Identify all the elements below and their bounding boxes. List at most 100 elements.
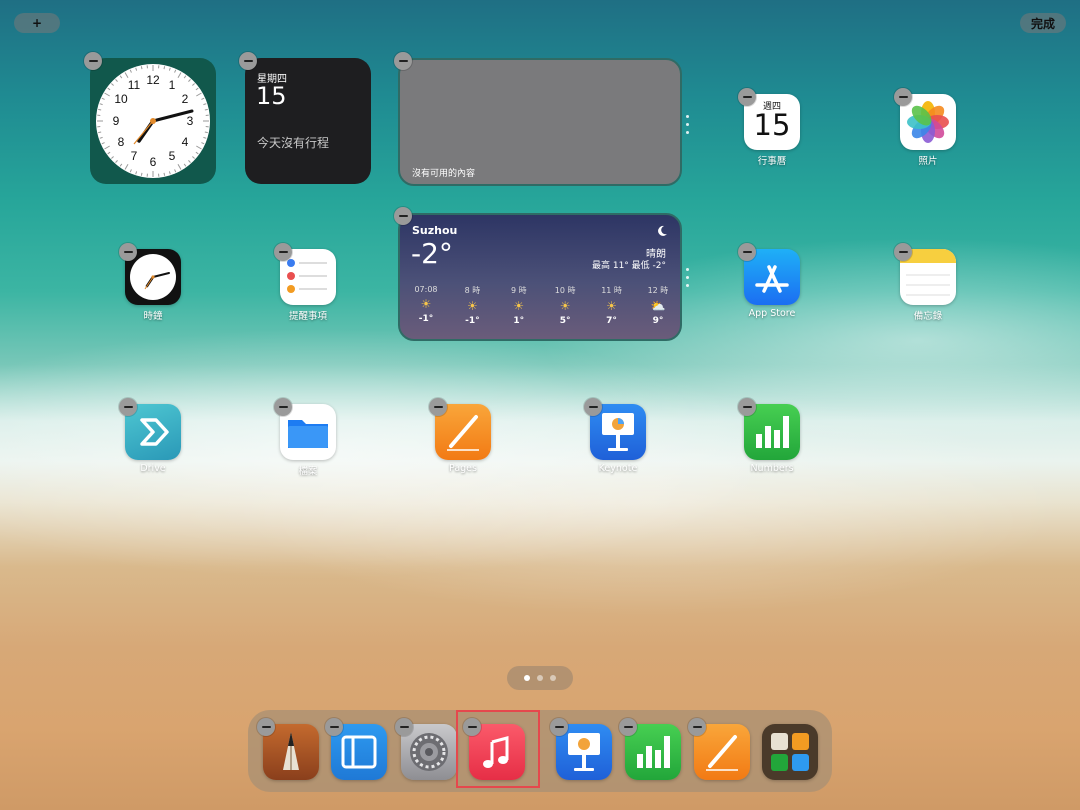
forecast-time: 10 時 — [554, 286, 576, 295]
clock-number: 12 — [146, 73, 160, 87]
done-button[interactable]: 完成 — [1020, 13, 1066, 33]
pages-app-label: Pages — [449, 463, 477, 474]
clock-number: 5 — [169, 149, 176, 163]
calendar-app-label: 行事曆 — [757, 156, 787, 167]
weather-range: 最高 11° 最低 -2° — [591, 261, 666, 271]
partly-cloudy-icon: ⛅ — [650, 299, 666, 313]
clock-number: 1 — [169, 78, 176, 92]
forecast-time: 9 時 — [510, 286, 527, 295]
remove-files-app-button[interactable] — [274, 398, 292, 416]
remove-keynote-dock-app-button[interactable] — [550, 718, 568, 736]
remove-clock-app-button[interactable] — [119, 243, 137, 261]
clock-tick — [140, 66, 143, 70]
remove-numbers-dock-app-button[interactable] — [619, 718, 637, 736]
calendar-widget[interactable]: 星期四 15 今天沒有行程 — [245, 58, 371, 184]
clock-tick — [163, 172, 166, 176]
clock-number: 4 — [182, 135, 189, 149]
hourly-forecast-item: 07:08 ☀ -1° — [406, 285, 446, 335]
page-indicator[interactable] — [507, 666, 573, 690]
sun-icon: ☀ — [559, 299, 571, 313]
clock-tick — [163, 66, 166, 70]
page-dot-active[interactable] — [524, 675, 530, 681]
calendar-no-events: 今天沒有行程 — [257, 136, 330, 150]
remove-reminders-app-button[interactable] — [274, 243, 292, 261]
remove-notes-app-button[interactable] — [894, 243, 912, 261]
forecast-temp: 5° — [559, 316, 571, 326]
add-widget-button[interactable]: + — [14, 13, 60, 33]
forecast-time: 12 時 — [647, 286, 669, 295]
forecast-time: 8 時 — [464, 286, 481, 295]
remove-pages-app-button[interactable] — [429, 398, 447, 416]
remove-drive-app-button[interactable] — [119, 398, 137, 416]
empty-widget-message: 沒有可用的內容 — [412, 169, 476, 179]
keynote-app-label: Keynote — [598, 463, 638, 474]
forecast-temp: 7° — [606, 316, 617, 326]
clock-number: 3 — [187, 114, 194, 128]
calendar-day: 15 — [256, 82, 287, 110]
remove-music-app-button[interactable] — [463, 718, 481, 736]
forecast-time: 11 時 — [601, 286, 622, 295]
clock-number: 10 — [114, 92, 128, 106]
hourly-forecast-item: 8 時 ☀ -1° — [452, 285, 492, 335]
forecast-time: 07:08 — [414, 285, 438, 294]
moon-icon — [658, 225, 667, 236]
forecast-temp: -1° — [465, 316, 480, 326]
remove-appstore-app-button[interactable] — [738, 243, 756, 261]
remove-numbers-app-button[interactable] — [738, 398, 756, 416]
clock-tick — [98, 108, 102, 111]
hourly-forecast: 07:08 ☀ -1° 8 時 ☀ -1° 9 時 ☀ 1° 10 時 ☀ 5° 11 時 ☀ 7° 12 時… — [406, 285, 678, 335]
remove-weather-widget-button[interactable] — [394, 207, 412, 225]
clock-number: 6 — [150, 155, 157, 169]
remove-calendar-app-button[interactable] — [738, 88, 756, 106]
clock-number: 2 — [182, 92, 189, 106]
remove-empty-widget-button[interactable] — [394, 52, 412, 70]
remove-settings-app-button[interactable] — [395, 718, 413, 736]
numbers-app-label: Numbers — [750, 463, 794, 474]
sun-icon: ☀ — [513, 299, 525, 313]
hourly-forecast-item: 12 時 ⛅ 9° — [638, 285, 678, 335]
remove-clock-widget-button[interactable] — [84, 52, 102, 70]
clock-number: 11 — [128, 78, 141, 92]
sunrise-icon: ☀ — [420, 297, 432, 311]
notes-app-label: 備忘錄 — [913, 311, 943, 322]
page-dot[interactable] — [550, 675, 556, 681]
page-dot[interactable] — [537, 675, 543, 681]
appstore-app-label: App Store — [748, 308, 796, 319]
remove-calendar-widget-button[interactable] — [239, 52, 257, 70]
reminders-app-label: 提醒事項 — [288, 311, 327, 322]
clock-tick — [204, 131, 208, 134]
empty-widget[interactable]: 沒有可用的內容 — [398, 58, 682, 186]
weather-city: Suzhou — [412, 224, 458, 237]
clock-number: 9 — [113, 114, 120, 128]
sun-icon: ☀ — [467, 299, 478, 313]
widget-stack-indicator — [686, 115, 690, 139]
clock-tick — [98, 131, 102, 134]
drive-app-label: Drive — [140, 463, 166, 474]
calendar-app-day: 15 — [753, 108, 791, 142]
clock-number: 7 — [131, 149, 138, 163]
weather-current-temp: -2° — [411, 237, 453, 270]
hourly-forecast-item: 9 時 ☀ 1° — [499, 285, 539, 335]
app-grid-icon — [771, 733, 809, 771]
weather-widget[interactable]: Suzhou -2° 晴朗 最高 11° 最低 -2° 07:08 ☀ -1° 8 時… — [398, 213, 682, 341]
hourly-forecast-item: 10 時 ☀ 5° — [545, 285, 585, 335]
clock-face-icon: 12 1 2 3 4 5 6 7 8 9 10 11 — [96, 64, 210, 178]
photos-app-label: 照片 — [918, 156, 938, 167]
forecast-temp: -1° — [418, 314, 434, 324]
clock-widget[interactable]: 12 1 2 3 4 5 6 7 8 9 10 11 — [90, 58, 216, 184]
sun-icon: ☀ — [606, 299, 617, 313]
clock-number: 8 — [118, 135, 125, 149]
remove-pages-dock-app-button[interactable] — [688, 718, 706, 736]
clock-tick — [140, 172, 143, 176]
remove-sketchbook-app-button[interactable] — [257, 718, 275, 736]
forecast-temp: 1° — [513, 316, 525, 326]
clock-tick — [204, 108, 208, 111]
widget-stack-indicator — [686, 268, 690, 292]
remove-photos-app-button[interactable] — [894, 88, 912, 106]
remove-keynote-app-button[interactable] — [584, 398, 602, 416]
hourly-forecast-item: 11 時 ☀ 7° — [592, 285, 632, 335]
files-app-label: 檔案 — [298, 466, 318, 477]
remove-wallet-app-button[interactable] — [325, 718, 343, 736]
recent-apps-folder-icon[interactable] — [762, 724, 818, 780]
forecast-temp: 9° — [652, 316, 664, 326]
